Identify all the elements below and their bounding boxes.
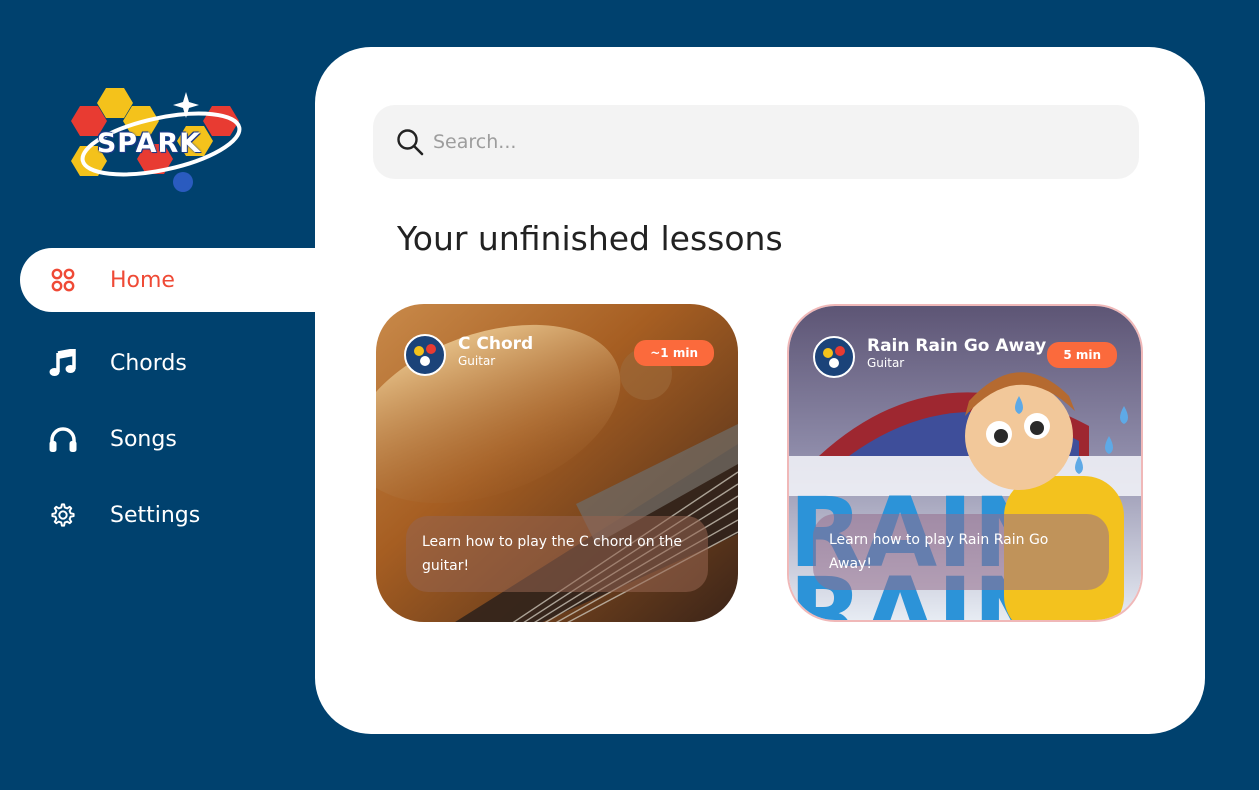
lesson-description: Learn how to play the C chord on the gui… <box>406 516 708 592</box>
lesson-card-header: C Chord Guitar ~1 min <box>404 334 714 376</box>
spark-avatar-icon <box>813 336 855 378</box>
sidebar-item-settings[interactable]: Settings <box>20 483 320 547</box>
app-root: SPARK Home Chords Songs Settings Search.… <box>0 0 1259 790</box>
lesson-instrument: Guitar <box>867 356 905 370</box>
music-note-icon <box>48 348 78 378</box>
lesson-card-rain-rain-go-away[interactable]: RAIN RAIN <box>787 304 1143 622</box>
sidebar-item-chords[interactable]: Chords <box>20 331 320 395</box>
sidebar-item-home[interactable]: Home <box>20 248 320 312</box>
search-input[interactable] <box>433 131 1113 153</box>
section-title: Your unfinished lessons <box>397 219 783 258</box>
gear-icon <box>48 500 78 530</box>
lesson-title: C Chord <box>458 334 534 354</box>
lesson-description: Learn how to play Rain Rain Go Away! <box>813 514 1109 590</box>
lesson-instrument: Guitar <box>458 354 496 368</box>
duration-badge: 5 min <box>1047 342 1117 368</box>
lesson-card-c-chord[interactable]: C Chord Guitar ~1 min Learn how to play … <box>376 304 738 622</box>
sidebar-item-label: Settings <box>110 502 201 528</box>
spark-logo: SPARK <box>66 86 246 196</box>
sidebar-item-label: Home <box>110 267 175 293</box>
main-panel: Your unfinished lessons <box>315 47 1205 734</box>
headphones-icon <box>48 424 78 454</box>
spark-avatar-icon <box>404 334 446 376</box>
sidebar-item-songs[interactable]: Songs <box>20 407 320 471</box>
sidebar-item-label: Chords <box>110 350 187 376</box>
grid-icon <box>48 265 78 295</box>
search-icon[interactable] <box>395 127 425 157</box>
duration-badge: ~1 min <box>634 340 714 366</box>
search-bar <box>373 105 1139 179</box>
lesson-title: Rain Rain Go Away <box>867 336 1047 356</box>
sidebar-item-label: Songs <box>110 426 177 452</box>
logo-text: SPARK <box>96 128 202 159</box>
lesson-card-header: Rain Rain Go Away Guitar 5 min <box>813 336 1117 378</box>
